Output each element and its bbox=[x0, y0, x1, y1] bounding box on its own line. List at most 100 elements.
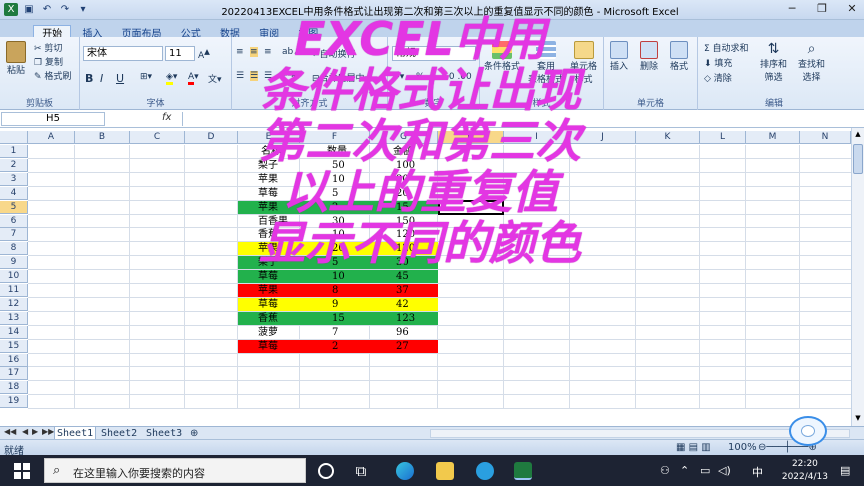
column-header-f[interactable]: F bbox=[300, 131, 370, 144]
table-cell-amount[interactable]: 37 bbox=[396, 284, 409, 297]
redo-icon[interactable]: ↷ bbox=[58, 3, 72, 16]
customize-dropdown-icon[interactable]: ▾ bbox=[76, 3, 90, 16]
cortana-icon[interactable] bbox=[318, 463, 334, 479]
table-cell-amount[interactable]: 20 bbox=[396, 187, 409, 200]
network-icon[interactable]: ▭ bbox=[700, 464, 710, 477]
column-header-h[interactable]: H bbox=[438, 131, 504, 144]
orientation-icon[interactable]: ab↗ bbox=[282, 47, 301, 57]
row-header-1[interactable]: 1 bbox=[0, 145, 28, 158]
excel-taskbar-icon[interactable] bbox=[514, 462, 532, 480]
column-header-m[interactable]: M bbox=[746, 131, 800, 144]
table-cell-name[interactable]: 百香果 bbox=[258, 215, 288, 228]
column-header-n[interactable]: N bbox=[800, 131, 851, 144]
row-header-8[interactable]: 8 bbox=[0, 242, 28, 256]
select-all-corner[interactable] bbox=[0, 131, 28, 144]
maximize-button[interactable]: ❐ bbox=[814, 2, 830, 15]
tray-expand-icon[interactable]: ⌃ bbox=[680, 464, 689, 477]
table-cell-name[interactable]: 苹果 bbox=[258, 173, 278, 186]
view-mode-icons[interactable]: ▦ ▤ ▥ bbox=[676, 442, 711, 453]
name-box[interactable]: H5 bbox=[1, 112, 105, 126]
table-cell-qty[interactable]: 30 bbox=[332, 215, 345, 228]
table-cell-amount[interactable]: 96 bbox=[396, 326, 409, 339]
file-explorer-icon[interactable] bbox=[436, 462, 454, 480]
phonetic-icon[interactable]: 文▾ bbox=[208, 72, 222, 85]
table-cell-amount[interactable]: 42 bbox=[396, 298, 409, 311]
table-cell-name[interactable]: 草莓 bbox=[258, 187, 278, 200]
last-sheet-icon[interactable]: ▶▶ bbox=[42, 427, 54, 436]
row-header-13[interactable]: 13 bbox=[0, 311, 28, 325]
align-bottom-icon[interactable]: ≡ bbox=[264, 47, 272, 57]
table-cell-amount[interactable]: 120 bbox=[396, 228, 415, 241]
table-cell-name[interactable]: 菠萝 bbox=[258, 326, 278, 339]
table-cell-amount[interactable]: 150 bbox=[396, 215, 415, 228]
table-cell-name[interactable]: 草莓 bbox=[258, 270, 278, 283]
ime-indicator[interactable]: 中 bbox=[752, 464, 763, 480]
table-cell-amount[interactable]: 30 bbox=[396, 256, 409, 269]
row-header-11[interactable]: 11 bbox=[0, 284, 28, 297]
copy-button[interactable]: ❐ 复制 bbox=[34, 55, 63, 68]
horizontal-scrollbar[interactable] bbox=[430, 429, 850, 438]
clock[interactable]: 22:20 2022/4/13 bbox=[782, 458, 828, 484]
table-cell-name[interactable]: 苹果 bbox=[258, 242, 278, 255]
align-middle-icon[interactable]: ≡ bbox=[250, 47, 258, 57]
conditional-format-button[interactable]: 条件格式 bbox=[484, 41, 520, 72]
merge-center-button[interactable]: ⊟合并后居中▾ bbox=[312, 71, 369, 84]
align-left-icon[interactable]: ☰ bbox=[236, 71, 244, 81]
table-cell-qty[interactable]: 20 bbox=[332, 242, 345, 255]
office-button[interactable] bbox=[0, 20, 30, 37]
table-cell-amount[interactable]: 123 bbox=[396, 312, 415, 325]
table-cell-name[interactable]: 草莓 bbox=[258, 298, 278, 311]
column-header-j[interactable]: J bbox=[570, 131, 636, 144]
excel-logo-icon[interactable]: X bbox=[4, 3, 18, 16]
row-header-7[interactable]: 7 bbox=[0, 228, 28, 242]
table-cell-name[interactable]: 苹果 bbox=[258, 201, 278, 214]
ie-browser-icon[interactable] bbox=[476, 462, 494, 480]
format-as-table-button[interactable]: 套用 表格格式 bbox=[528, 41, 564, 85]
prev-sheet-icon[interactable]: ◀ bbox=[22, 427, 28, 436]
row-header-9[interactable]: 9 bbox=[0, 256, 28, 270]
taskbar-search[interactable]: ⌕ 在这里输入你要搜索的内容 bbox=[44, 458, 306, 483]
italic-button[interactable]: I bbox=[100, 72, 103, 85]
row-header-15[interactable]: 15 bbox=[0, 339, 28, 353]
table-cell-name[interactable]: 草莓 bbox=[258, 340, 278, 353]
header-name-cell[interactable]: 名称 bbox=[261, 145, 281, 158]
grow-font-icon[interactable]: A▲ bbox=[198, 47, 210, 61]
tray-people-icon[interactable]: ⚇ bbox=[660, 464, 670, 477]
indent-icon[interactable]: ⇤⇥ bbox=[280, 71, 295, 81]
vertical-scrollbar[interactable]: ▲ ▼ bbox=[851, 128, 864, 426]
row-header-16[interactable]: 16 bbox=[0, 353, 28, 367]
font-color-icon[interactable]: A▾ bbox=[188, 72, 199, 85]
table-cell-name[interactable]: 香蕉 bbox=[258, 312, 278, 325]
scroll-down-icon[interactable]: ▼ bbox=[853, 414, 863, 424]
scroll-up-icon[interactable]: ▲ bbox=[853, 130, 863, 140]
task-view-icon[interactable]: ⧉ bbox=[352, 462, 370, 480]
column-header-a[interactable]: A bbox=[28, 131, 75, 144]
table-cell-qty[interactable]: 8 bbox=[332, 284, 338, 297]
row-header-5[interactable]: 5 bbox=[0, 200, 28, 214]
volume-icon[interactable]: ◁) bbox=[718, 464, 731, 477]
table-cell-qty[interactable]: 7 bbox=[332, 326, 338, 339]
column-header-g[interactable]: G bbox=[370, 131, 438, 144]
table-cell-amount[interactable]: 30 bbox=[396, 173, 409, 186]
table-cell-qty[interactable]: 9 bbox=[332, 298, 338, 311]
column-header-d[interactable]: D bbox=[185, 131, 238, 144]
delete-cells-button[interactable]: 删除 bbox=[640, 41, 658, 72]
fill-button[interactable]: ⬇ 填充 bbox=[704, 56, 732, 69]
column-header-b[interactable]: B bbox=[75, 131, 130, 144]
windows-start-icon[interactable] bbox=[14, 463, 30, 479]
row-header-4[interactable]: 4 bbox=[0, 186, 28, 200]
row-header-19[interactable]: 19 bbox=[0, 395, 28, 409]
font-name-select[interactable]: 宋体 bbox=[83, 46, 163, 61]
sort-filter-button[interactable]: ⇅ 排序和 筛选 bbox=[760, 41, 787, 83]
format-cells-button[interactable]: 格式 bbox=[670, 41, 688, 72]
cell-styles-button[interactable]: 单元格 样式 bbox=[570, 41, 597, 85]
font-size-select[interactable]: 11 bbox=[165, 46, 195, 61]
number-format-select[interactable]: 常规 bbox=[392, 46, 476, 61]
notification-icon[interactable]: ▤ bbox=[840, 464, 850, 477]
column-header-e[interactable]: E bbox=[238, 131, 300, 144]
table-cell-amount[interactable]: 120 bbox=[396, 242, 415, 255]
table-cell-qty[interactable]: 10 bbox=[332, 270, 345, 283]
header-qty-cell[interactable]: 数量 bbox=[327, 145, 347, 158]
table-cell-qty[interactable]: 50 bbox=[332, 159, 345, 172]
insert-function-button[interactable]: fx bbox=[162, 112, 171, 123]
